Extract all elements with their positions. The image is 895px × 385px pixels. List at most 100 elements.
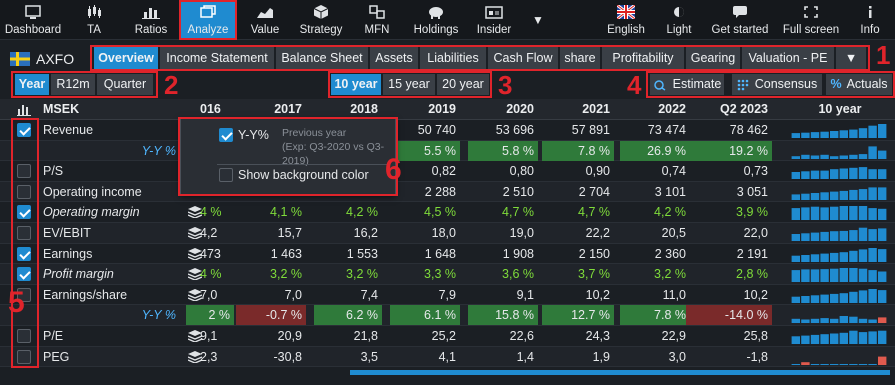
- sun-icon: [674, 7, 684, 17]
- tab-balance-sheet[interactable]: Balance Sheet: [276, 47, 368, 69]
- table-cell: 3,0: [668, 349, 686, 364]
- background-color-checkbox[interactable]: [219, 168, 233, 182]
- row-label: Operating margin: [43, 205, 140, 220]
- sparkline-bar: [878, 356, 887, 365]
- actuals-button[interactable]: % Actuals: [826, 74, 892, 95]
- row-checkbox[interactable]: [17, 329, 31, 343]
- sparkline-bar: [858, 227, 868, 241]
- tab-liabilities[interactable]: Liabilities: [420, 47, 486, 69]
- sparkline-bar: [820, 170, 829, 180]
- tab-cash-flow[interactable]: Cash Flow: [488, 47, 558, 69]
- row-checkbox[interactable]: [17, 164, 31, 179]
- row-checkbox[interactable]: [17, 205, 31, 220]
- row-checkbox[interactable]: [17, 246, 31, 261]
- tab-share[interactable]: share: [560, 47, 600, 69]
- yy-option[interactable]: Y-Y%: [219, 128, 269, 142]
- period-r12m-button[interactable]: R12m: [51, 74, 95, 95]
- nav-analyze[interactable]: Analyze: [179, 0, 237, 40]
- chart-toggle-icon[interactable]: [17, 103, 31, 116]
- nav-info[interactable]: Info: [856, 0, 884, 40]
- row-checkbox[interactable]: [17, 349, 31, 364]
- yy-option-description: Previous year (Exp: Q3-2020 vs Q3-2019): [282, 126, 395, 168]
- sparkline-bar: [868, 229, 877, 241]
- annotation-number-6: 6: [385, 153, 402, 186]
- range-10-year-button[interactable]: 10 year: [331, 74, 381, 95]
- sparkline-bar: [791, 296, 800, 303]
- tab-income-statement[interactable]: Income Statement: [160, 47, 274, 69]
- sparkline-bar: [849, 154, 858, 159]
- yy-row: Y-Y % 5.5 % 5.8 % 7.8 % 26.9 % 19.2 %: [0, 140, 895, 162]
- sparkline-bar: [839, 268, 848, 283]
- period-year-button[interactable]: Year: [15, 74, 49, 95]
- nav-label: Holdings: [413, 24, 459, 36]
- row-label: EV/EBIT: [43, 226, 91, 240]
- nav-dashboard[interactable]: Dashboard: [4, 0, 62, 40]
- row-checkbox[interactable]: [17, 226, 31, 240]
- sparkline-bar: [801, 361, 810, 365]
- tabs-more-button[interactable]: ▼: [836, 47, 866, 69]
- table-cell: 3,9 %: [736, 205, 768, 220]
- sparkline-bar: [858, 167, 868, 180]
- tab-profitability[interactable]: Profitability: [602, 47, 684, 69]
- sparkline-chart: [791, 247, 887, 262]
- nav-label: English: [607, 24, 645, 36]
- period-quarter-button[interactable]: Quarter: [97, 74, 153, 95]
- nav-ratios[interactable]: Ratios: [128, 0, 174, 40]
- table-cell: 2 150: [578, 246, 610, 261]
- yy-cell: 7.8 %: [542, 140, 614, 161]
- range-15-year-button[interactable]: 15 year: [383, 74, 435, 95]
- estimate-button[interactable]: Estimate: [650, 74, 724, 95]
- nav-theme[interactable]: Light: [662, 0, 696, 40]
- sparkline-bar: [849, 363, 858, 365]
- consensus-button[interactable]: Consensus: [732, 74, 822, 95]
- sparkline-bar: [868, 208, 877, 221]
- table-cell: 20,9: [277, 329, 302, 343]
- range-20-year-button[interactable]: 20 year: [437, 74, 489, 95]
- nav-ta[interactable]: TA: [78, 0, 110, 40]
- info-icon: [869, 6, 872, 18]
- sparkline-bar: [820, 154, 829, 159]
- sparkline-bar: [830, 319, 839, 324]
- sparkline-bar: [791, 270, 800, 283]
- row-checkbox[interactable]: [17, 123, 31, 137]
- sparkline-bar: [868, 363, 877, 365]
- row-checkbox[interactable]: [17, 267, 31, 282]
- nav-language[interactable]: English: [604, 0, 648, 40]
- table-cell: 4 %: [200, 267, 222, 282]
- sparkline-bar: [878, 317, 887, 324]
- nav-strategy[interactable]: Strategy: [298, 0, 344, 40]
- sparkline-bar: [849, 250, 858, 262]
- nav-label: TA: [87, 24, 101, 36]
- nav-value[interactable]: Value: [246, 0, 284, 40]
- table-row: EV/EBIT 4,2 15,7 16,2 18,0 19,0 22,2 20,5 22,0: [0, 223, 895, 244]
- table-cell: 11,0: [662, 287, 686, 302]
- nav-more-button[interactable]: ▼: [530, 0, 546, 40]
- tab-assets[interactable]: Assets: [370, 47, 418, 69]
- tab-gearing[interactable]: Gearing: [686, 47, 740, 69]
- sparkline-bar: [849, 167, 858, 180]
- table-cell: 3,2 %: [270, 267, 302, 282]
- consensus-label: Consensus: [754, 77, 818, 91]
- nav-mfn[interactable]: MFN: [361, 0, 393, 40]
- sparkline-bar: [801, 295, 810, 303]
- table-cell: 4,1 %: [270, 205, 302, 220]
- sparkline-bar: [820, 318, 829, 324]
- table-row: PEG 2,3 -30,8 3,5 4,1 1,4 1,9 3,0 -1,8: [0, 346, 895, 368]
- company-selector[interactable]: AXFO: [10, 49, 74, 69]
- horizontal-scrollbar[interactable]: [350, 370, 890, 375]
- yy-cell: 15.8 %: [468, 305, 538, 326]
- background-color-option[interactable]: Show background color: [219, 168, 369, 182]
- sparkline-bar: [858, 188, 868, 200]
- tab-overview[interactable]: Overview: [94, 47, 158, 69]
- row-checkbox[interactable]: [17, 184, 31, 199]
- nav-full-screen[interactable]: Full screen: [782, 0, 840, 40]
- tab-valuation-pe[interactable]: Valuation - PE: [742, 47, 834, 69]
- sparkline-bar: [849, 317, 858, 324]
- nav-get-started[interactable]: Get started: [708, 0, 772, 40]
- nav-insider[interactable]: Insider: [474, 0, 514, 40]
- sparkline-bar: [791, 234, 800, 241]
- table-cell: 1 648: [424, 246, 456, 261]
- sparkline-bar: [820, 269, 829, 283]
- yy-checkbox[interactable]: [219, 128, 233, 142]
- nav-holdings[interactable]: Holdings: [410, 0, 462, 40]
